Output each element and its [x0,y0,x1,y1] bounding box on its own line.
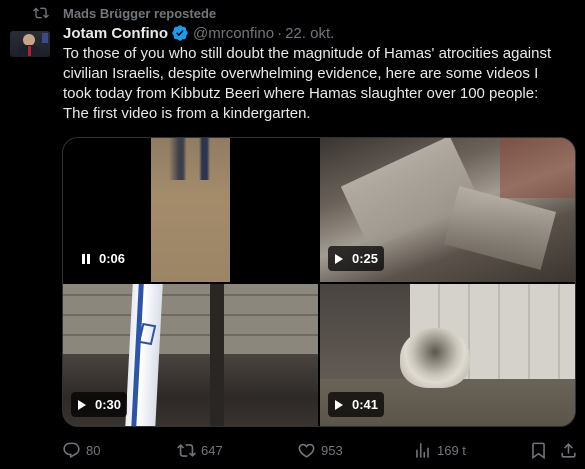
video-tile-3[interactable]: 0:30 [63,284,318,426]
tweet-date[interactable]: 22. okt. [285,25,334,42]
like-button[interactable]: 953 [297,440,343,460]
tweet-text-line: civilian Israelis, despite overwhelming … [63,65,539,82]
bookmark-button[interactable] [529,440,548,460]
repost-label[interactable]: Mads Brügger repostede [63,6,216,21]
video-duration: 0:41 [352,397,379,412]
media-grid: 0:06 0:25 0:30 0:41 [62,137,576,427]
share-icon [561,442,576,458]
video-tile-4[interactable]: 0:41 [320,284,575,426]
bookmark-icon [532,442,545,459]
video-badge[interactable]: 0:30 [71,392,128,417]
video-badge[interactable]: 0:25 [328,246,385,271]
like-count: 953 [321,442,343,458]
video-badge[interactable]: 0:41 [328,392,385,417]
tweet-text-line: took today from Kibbutz Beeri where Hama… [63,85,539,102]
pause-icon[interactable] [81,253,91,265]
separator-dot: · [277,24,283,42]
verified-badge-icon[interactable] [171,24,189,42]
play-icon[interactable] [77,399,87,411]
repost-header[interactable]: Mads Brügger repostede [33,5,216,21]
reply-button[interactable]: 80 [62,440,100,460]
tweet-text-line: To those of you who still doubt the magn… [63,45,552,62]
views-button[interactable]: 169 t [413,440,466,460]
avatar[interactable] [10,31,50,57]
reply-count: 80 [86,442,101,458]
video-tile-2[interactable]: 0:25 [320,138,575,282]
repost-icon [33,7,49,19]
heart-icon [298,443,315,458]
repost-count: 647 [201,442,223,458]
repost-button[interactable]: 647 [177,440,223,460]
author-name[interactable]: Jotam Confino [63,25,168,42]
views-count: 169 t [437,442,466,458]
video-badge[interactable]: 0:06 [75,246,132,271]
author-handle[interactable]: @mrconfino [193,25,274,42]
video-duration: 0:30 [95,397,122,412]
video-duration: 0:06 [99,251,126,266]
video-duration: 0:25 [352,251,379,266]
action-bar: 80 647 953 169 t [62,440,576,460]
tweet-text-line: The first video is from a kindergarten. [63,105,311,122]
play-icon[interactable] [334,253,344,265]
tweet-text: To those of you who still doubt the magn… [63,44,578,124]
play-icon[interactable] [334,399,344,411]
views-chart-icon [416,442,429,458]
video-tile-1[interactable]: 0:06 [63,138,318,282]
tweet-header: Jotam Confino @mrconfino · 22. okt. [63,24,334,42]
reply-icon [63,442,80,458]
share-button[interactable] [559,440,578,460]
repost-icon [177,443,196,457]
